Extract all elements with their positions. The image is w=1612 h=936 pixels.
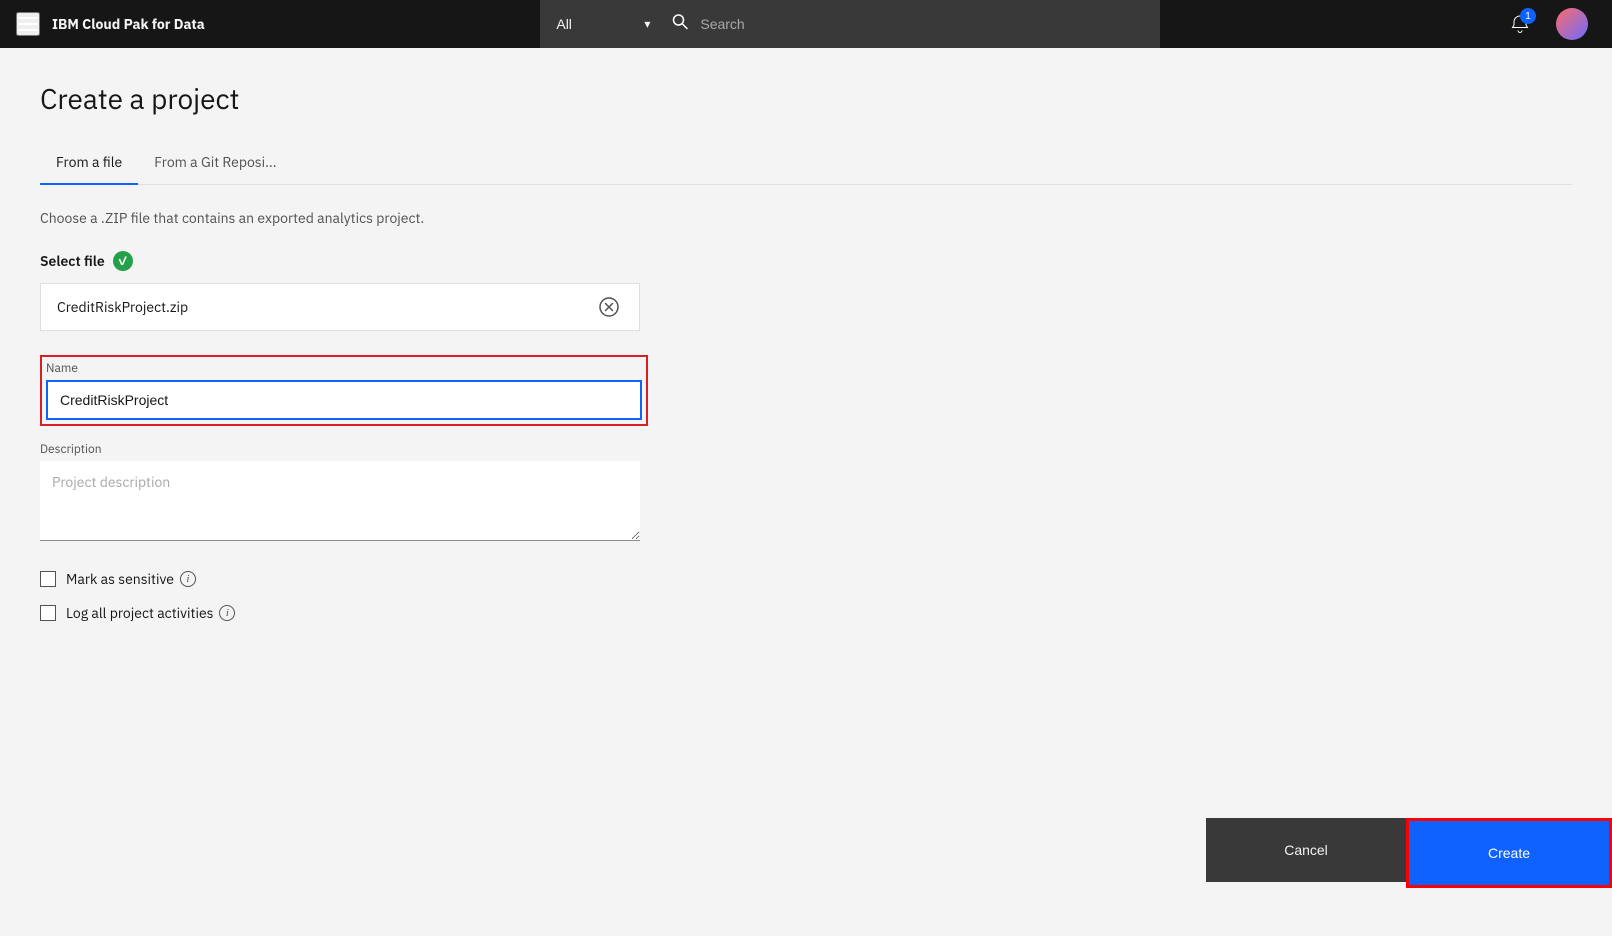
page-title: Create a project [40,80,1572,117]
clear-file-button[interactable] [595,293,623,321]
notification-badge: 1 [1520,8,1536,24]
form-description: Choose a .ZIP file that contains an expo… [40,209,1572,227]
top-navigation: IBM Cloud Pak for Data All Projects Cata… [0,0,1612,48]
file-name-text: CreditRiskProject.zip [57,298,188,316]
topnav-actions: 1 [1496,0,1596,48]
checkbox-group: Mark as sensitive i Log all project acti… [40,570,1572,622]
scope-selector-wrapper: All Projects Catalogs ▾ [540,0,660,48]
create-button[interactable]: Create [1409,821,1609,885]
tab-from-file[interactable]: From a file [40,141,138,185]
name-field-highlight: Name [40,355,648,426]
name-label: Name [46,361,642,376]
tab-from-git[interactable]: From a Git Reposi... [138,141,292,185]
description-field-group: Description [40,442,640,546]
mark-sensitive-label: Mark as sensitive i [66,570,196,588]
sensitive-info-icon[interactable]: i [180,571,196,587]
description-textarea[interactable] [40,461,640,541]
brand-logo: IBM Cloud Pak for Data [52,15,205,33]
cancel-button[interactable]: Cancel [1206,818,1406,882]
name-field-group: Name [46,361,642,420]
checkbox-log-item: Log all project activities i [40,604,1572,622]
search-input[interactable] [660,0,1160,48]
create-button-wrapper: Create [1406,818,1612,888]
log-activities-checkbox[interactable] [40,605,56,621]
description-label: Description [40,442,640,457]
log-activities-label: Log all project activities i [66,604,235,622]
file-selected-check-icon: ✓ [113,251,133,271]
notifications-button[interactable]: 1 [1496,0,1544,48]
log-info-icon[interactable]: i [219,605,235,621]
select-file-label: Select file ✓ [40,251,1572,271]
search-wrapper [660,0,1160,48]
checkbox-sensitive-item: Mark as sensitive i [40,570,1572,588]
search-area: All Projects Catalogs ▾ [217,0,1484,48]
hamburger-menu-button[interactable] [16,12,40,36]
main-content: Create a project From a file From a Git … [0,48,1612,888]
user-avatar-button[interactable] [1548,0,1596,48]
name-input[interactable] [46,380,642,420]
avatar [1556,8,1588,40]
tabs-bar: From a file From a Git Reposi... [40,141,1572,185]
scope-select[interactable]: All Projects Catalogs [540,0,660,48]
mark-sensitive-checkbox[interactable] [40,571,56,587]
search-icon [672,14,688,35]
file-input-box: CreditRiskProject.zip [40,283,640,331]
action-bar: Cancel Create [1206,818,1612,888]
